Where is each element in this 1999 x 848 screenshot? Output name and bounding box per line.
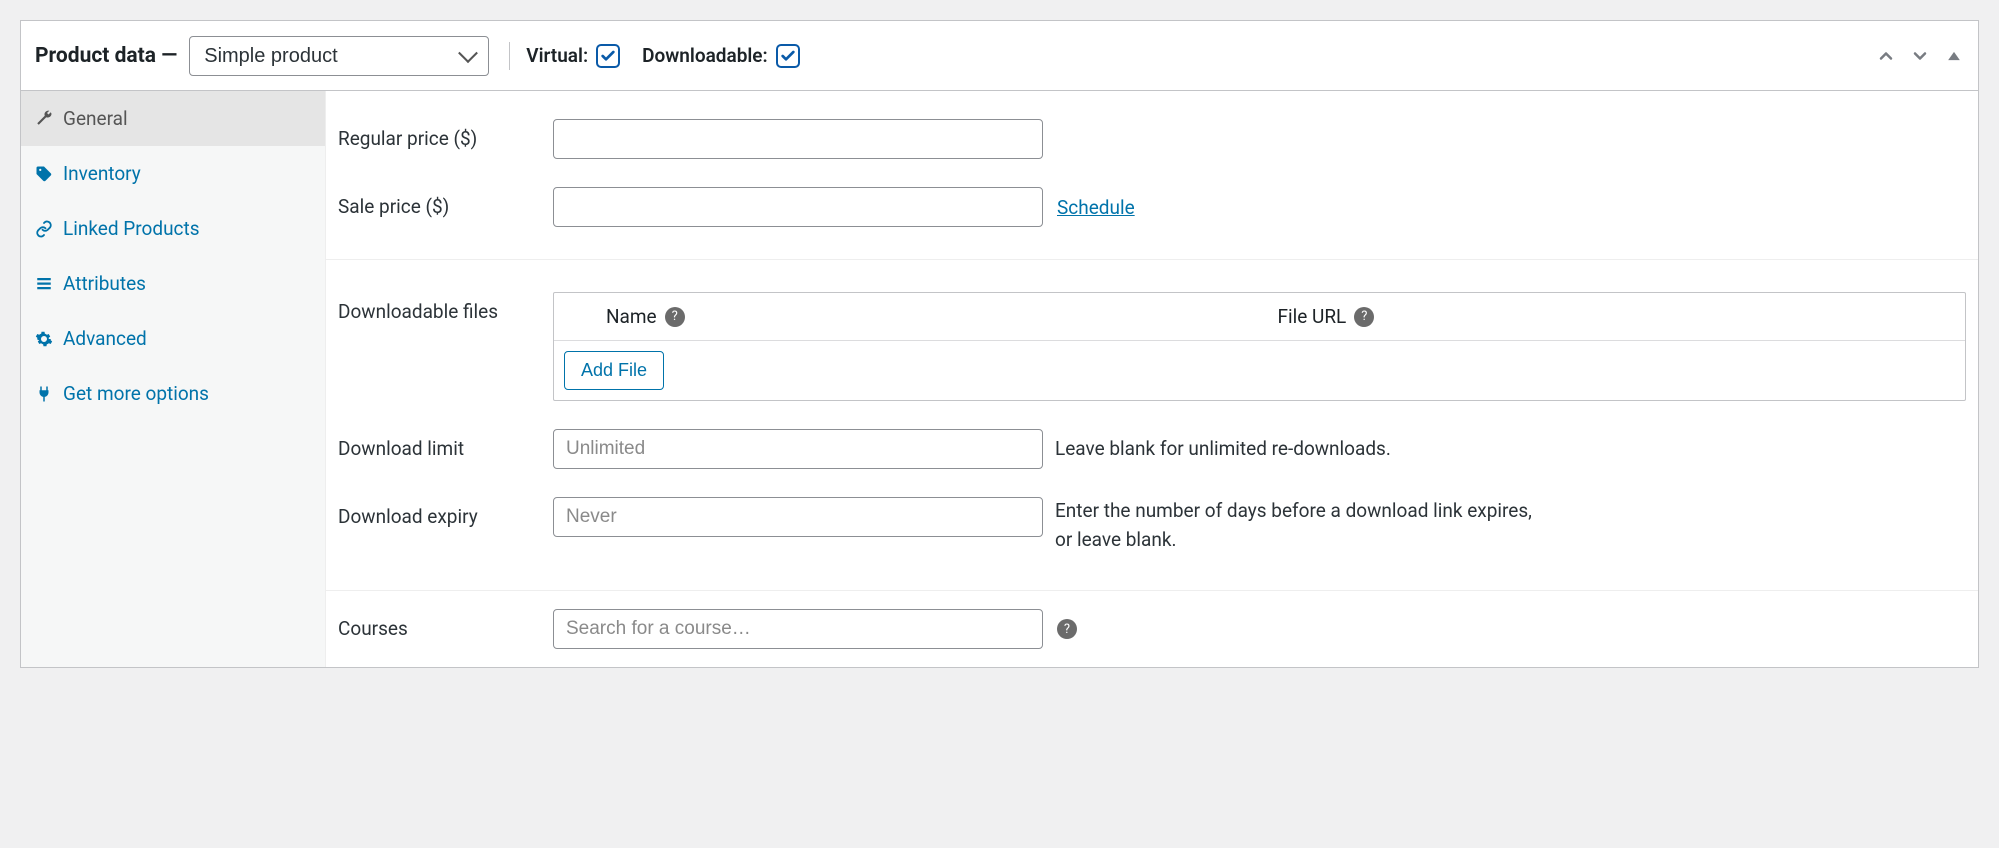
sidebar-item-advanced[interactable]: Advanced <box>21 311 325 366</box>
download-section: Downloadable files Name ? File URL ? <box>326 260 1978 591</box>
download-limit-input[interactable] <box>553 429 1043 469</box>
tag-icon <box>35 165 53 183</box>
sale-price-label: Sale price ($) <box>338 187 553 218</box>
sidebar-item-label: General <box>63 107 128 130</box>
files-col-name: Name ? <box>606 305 1278 328</box>
move-down-icon[interactable] <box>1910 46 1930 66</box>
courses-label: Courses <box>338 609 553 640</box>
files-table-header: Name ? File URL ? <box>554 293 1965 341</box>
sidebar-item-inventory[interactable]: Inventory <box>21 146 325 201</box>
sidebar-item-linked-products[interactable]: Linked Products <box>21 201 325 256</box>
virtual-checkbox-wrap[interactable]: Virtual: <box>526 44 620 68</box>
sidebar-item-label: Advanced <box>63 327 147 350</box>
virtual-checkbox[interactable] <box>596 44 620 68</box>
product-data-panel: Product data — Simple product Virtual: D… <box>20 20 1979 668</box>
content-area: Regular price ($) Sale price ($) Schedul… <box>326 91 1978 667</box>
schedule-link[interactable]: Schedule <box>1057 196 1135 219</box>
download-expiry-row: Download expiry Enter the number of days… <box>338 483 1966 568</box>
downloadable-checkbox-wrap[interactable]: Downloadable: <box>642 44 800 68</box>
gear-icon <box>35 330 53 348</box>
product-type-select[interactable]: Simple product <box>189 36 489 76</box>
sidebar: General Inventory Linked Products Attrib… <box>21 91 326 667</box>
virtual-label: Virtual: <box>526 44 588 67</box>
courses-row: Courses ? <box>326 591 1978 667</box>
sale-price-row: Sale price ($) Schedule <box>338 173 1966 241</box>
regular-price-label: Regular price ($) <box>338 119 553 150</box>
divider <box>509 42 510 70</box>
sidebar-item-label: Inventory <box>63 162 141 185</box>
help-icon[interactable]: ? <box>1354 307 1374 327</box>
link-icon <box>35 220 53 238</box>
courses-help-wrap: ? <box>1057 619 1077 640</box>
downloadable-label: Downloadable: <box>642 44 768 67</box>
product-type-select-wrap: Simple product <box>189 36 489 76</box>
panel-header: Product data — Simple product Virtual: D… <box>21 21 1978 91</box>
check-icon <box>780 48 796 64</box>
download-expiry-label: Download expiry <box>338 497 553 528</box>
sidebar-item-label: Linked Products <box>63 217 200 240</box>
add-file-button[interactable]: Add File <box>564 351 664 390</box>
download-expiry-input[interactable] <box>553 497 1043 537</box>
panel-title: Product data — <box>35 44 177 68</box>
virtual-downloadable-group: Virtual: Downloadable: <box>526 44 799 68</box>
files-table: Name ? File URL ? Add File <box>553 292 1966 401</box>
sidebar-item-general[interactable]: General <box>21 91 325 146</box>
move-up-icon[interactable] <box>1876 46 1896 66</box>
help-icon[interactable]: ? <box>665 307 685 327</box>
panel-header-controls <box>1876 46 1964 66</box>
downloadable-files-row: Downloadable files Name ? File URL ? <box>338 278 1966 415</box>
sidebar-item-get-more-options[interactable]: Get more options <box>21 366 325 421</box>
download-limit-label: Download limit <box>338 429 553 460</box>
courses-input[interactable] <box>553 609 1043 649</box>
files-col-name-text: Name <box>606 305 657 328</box>
download-limit-hint: Leave blank for unlimited re-downloads. <box>1055 435 1391 464</box>
help-icon[interactable]: ? <box>1057 619 1077 639</box>
sidebar-item-attributes[interactable]: Attributes <box>21 256 325 311</box>
collapse-icon[interactable] <box>1944 46 1964 66</box>
wrench-icon <box>35 110 53 128</box>
files-table-footer: Add File <box>554 341 1965 400</box>
files-col-url: File URL ? <box>1278 305 1950 328</box>
regular-price-input[interactable] <box>553 119 1043 159</box>
check-icon <box>600 48 616 64</box>
sidebar-item-label: Attributes <box>63 272 146 295</box>
downloadable-checkbox[interactable] <box>776 44 800 68</box>
sidebar-item-label: Get more options <box>63 382 209 405</box>
list-icon <box>35 275 53 293</box>
files-col-url-text: File URL <box>1278 305 1347 328</box>
regular-price-row: Regular price ($) <box>338 105 1966 173</box>
download-limit-row: Download limit Leave blank for unlimited… <box>338 415 1966 483</box>
download-expiry-hint: Enter the number of days before a downlo… <box>1055 497 1535 554</box>
downloadable-files-label: Downloadable files <box>338 292 553 323</box>
plug-icon <box>35 385 53 403</box>
sale-price-input[interactable] <box>553 187 1043 227</box>
pricing-section: Regular price ($) Sale price ($) Schedul… <box>326 91 1978 260</box>
panel-body: General Inventory Linked Products Attrib… <box>21 91 1978 667</box>
